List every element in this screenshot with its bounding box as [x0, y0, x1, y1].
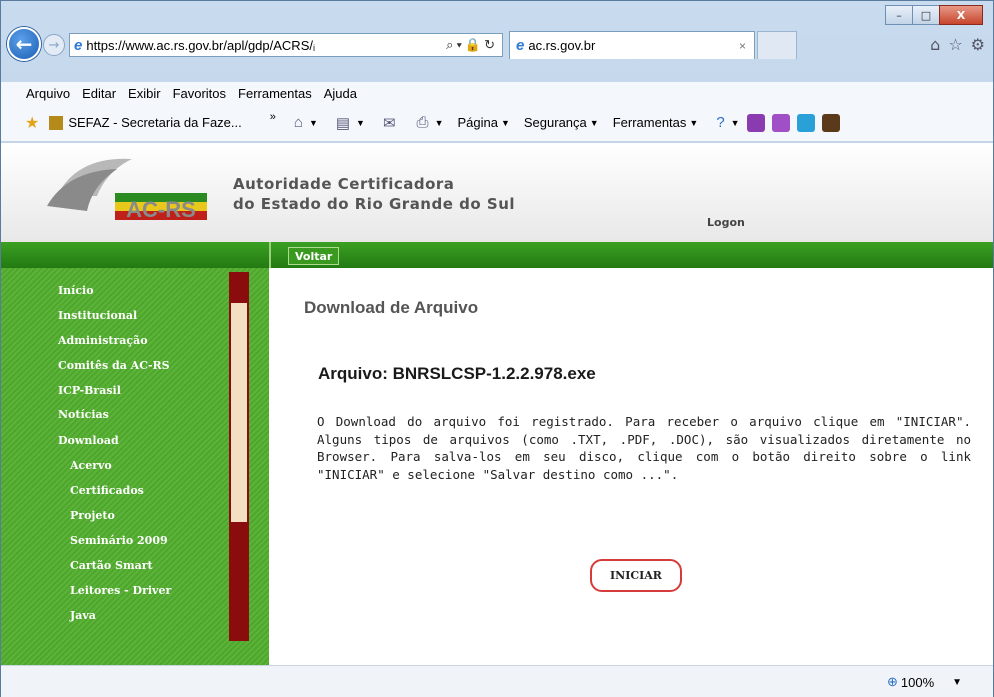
tab-title: ac.rs.gov.br	[528, 38, 596, 53]
page-menu[interactable]: Página ▼	[457, 115, 509, 130]
site-title-line2: do Estado do Rio Grande do Sul	[233, 195, 516, 213]
zoom-dropdown-arrow-icon: ▼	[952, 676, 963, 688]
menu-editar[interactable]: Editar	[82, 86, 116, 101]
research-addon-icon[interactable]	[821, 113, 840, 132]
feeds-command[interactable]: ▤ ▼	[336, 114, 365, 132]
sidebar-subitem-seminario[interactable]: Seminário 2009	[70, 534, 168, 547]
sidebar-subitem-cutoff	[70, 634, 74, 640]
add-favorite-icon[interactable]: ★	[25, 113, 39, 133]
url-text: https://www.ac.rs.gov.br/apl/gdp/ACRS/ᵢ	[86, 37, 316, 53]
sidebar-subitem-certificados[interactable]: Certificados	[70, 484, 144, 497]
dropdown-arrow-icon: ▼	[434, 117, 444, 128]
voltar-button[interactable]: Voltar	[288, 247, 340, 265]
tab-close-icon[interactable]: ×	[739, 39, 746, 53]
sidebar-scrollbar-thumb[interactable]	[231, 303, 247, 522]
dropdown-arrow-icon: ▼	[689, 117, 699, 128]
address-tools-icons[interactable]: ⌕▾🔒↻	[442, 37, 502, 53]
security-menu-label: Segurança	[523, 115, 587, 130]
sidebar-item-download[interactable]: Download	[58, 434, 119, 447]
dropdown-arrow-icon: ▼	[730, 117, 740, 128]
sidebar-item-administracao[interactable]: Administração	[58, 334, 148, 347]
status-bar: ⊕ 100% ▼	[1, 665, 993, 697]
sidebar-item-inicio[interactable]: Início	[58, 284, 94, 297]
page-menu-label: Página	[457, 115, 498, 130]
maximize-button[interactable]: □	[912, 5, 940, 25]
site-title-line1: Autoridade Certificadora	[233, 175, 455, 193]
back-arrow-icon: ←	[15, 32, 33, 56]
sidebar-item-icp-brasil[interactable]: ICP-Brasil	[58, 384, 121, 397]
onenote-linked-addon-icon[interactable]	[771, 113, 790, 132]
dropdown-arrow-icon: ▼	[500, 117, 510, 128]
home-command[interactable]: ⌂ ▼	[294, 114, 318, 131]
forward-arrow-icon: →	[48, 37, 60, 53]
download-instructions: O Download do arquivo foi registrado. Pa…	[317, 414, 971, 482]
menu-ferramentas[interactable]: Ferramentas	[238, 86, 312, 101]
dropdown-arrow-icon: ▼	[356, 117, 365, 128]
new-tab-button[interactable]	[757, 31, 797, 59]
svg-text:AC-RS: AC-RS	[126, 197, 196, 222]
page-title: Download de Arquivo	[304, 298, 479, 317]
browser-window: – □ X ← → e https://www.ac.rs.gov.br/apl…	[0, 0, 994, 697]
top-green-bar	[1, 242, 993, 268]
sidebar-subitem-java[interactable]: Java	[70, 609, 96, 622]
file-name-label: Arquivo: BNRSLCSP-1.2.2.978.exe	[318, 364, 596, 383]
navigation-bar: – □ X ← → e https://www.ac.rs.gov.br/apl…	[5, 5, 991, 81]
sidebar-item-comites[interactable]: Comitês da AC-RS	[58, 359, 170, 372]
security-menu[interactable]: Segurança ▼	[524, 115, 599, 130]
window-controls: – □ X	[885, 5, 983, 27]
sidebar-subitem-projeto[interactable]: Projeto	[70, 509, 115, 522]
menu-bar: Arquivo Editar Exibir Favoritos Ferramen…	[1, 82, 993, 104]
home-icon: ⌂	[293, 114, 303, 131]
menu-arquivo[interactable]: Arquivo	[26, 86, 70, 101]
sefaz-favicon-icon	[49, 115, 64, 130]
iniciar-button[interactable]: INICIAR	[590, 559, 682, 592]
printer-icon: ⎙	[416, 114, 429, 131]
favorite-link-label: SEFAZ - Secretaria da Faze...	[68, 115, 242, 130]
back-button[interactable]: ←	[7, 27, 41, 61]
print-command[interactable]: ⎙ ▼	[417, 114, 444, 131]
home-icon[interactable]: ⌂	[930, 35, 940, 54]
dropdown-arrow-icon: ▼	[589, 117, 599, 128]
dropdown-arrow-icon: ▼	[308, 117, 318, 128]
menu-exibir[interactable]: Exibir	[128, 86, 161, 101]
help-icon: ?	[716, 114, 725, 131]
zoom-control[interactable]: ⊕ 100% ▼	[887, 674, 962, 690]
sidebar-item-noticias[interactable]: Notícias	[58, 408, 109, 421]
minimize-button[interactable]: –	[885, 5, 913, 25]
site-header: AC-RS Autoridade Certificadora do Estado…	[1, 143, 993, 242]
toolbar-icons: ⌂ ☆ ⚙	[930, 35, 985, 54]
forward-button[interactable]: →	[43, 34, 65, 56]
web-page: AC-RS Autoridade Certificadora do Estado…	[1, 143, 993, 665]
sidebar-subitem-leitores[interactable]: Leitores - Driver	[70, 584, 171, 597]
sidebar-subitem-cartao-smart[interactable]: Cartão Smart	[70, 559, 153, 572]
menu-favoritos[interactable]: Favoritos	[173, 86, 226, 101]
help-command[interactable]: ? ▼	[716, 114, 739, 131]
sidebar-scrollbar[interactable]	[229, 272, 249, 641]
rss-icon: ▤	[335, 114, 351, 132]
mail-command[interactable]: ✉	[383, 114, 399, 132]
close-button[interactable]: X	[939, 5, 983, 25]
more-favorites-chevron[interactable]: »	[270, 111, 276, 123]
zoom-level: 100%	[900, 674, 935, 690]
ie-tab-icon: e	[516, 37, 525, 54]
favorites-bar: ★ SEFAZ - Secretaria da Faze... » ⌂ ▼ ▤ ▼ …	[1, 104, 993, 142]
address-bar[interactable]: e https://www.ac.rs.gov.br/apl/gdp/ACRS/…	[69, 33, 503, 57]
favorites-star-icon[interactable]: ☆	[948, 35, 962, 54]
sidebar-subitem-acervo[interactable]: Acervo	[70, 459, 112, 472]
mail-icon: ✉	[382, 114, 396, 132]
zoom-icon: ⊕	[887, 674, 898, 689]
tools-menu[interactable]: Ferramentas ▼	[613, 115, 699, 130]
logon-link[interactable]: Logon	[707, 216, 745, 229]
ac-rs-logo: AC-RS	[47, 158, 207, 222]
tab-active[interactable]: e ac.rs.gov.br ×	[509, 31, 755, 59]
menu-ajuda[interactable]: Ajuda	[324, 86, 357, 101]
skype-addon-icon[interactable]	[796, 113, 815, 132]
tools-menu-label: Ferramentas	[612, 115, 687, 130]
gear-icon[interactable]: ⚙	[971, 35, 985, 54]
green-bar-divider	[269, 242, 271, 268]
onenote-addon-icon[interactable]	[746, 113, 765, 132]
sidebar-item-institucional[interactable]: Institucional	[58, 309, 137, 322]
ie-page-icon: e	[74, 36, 83, 54]
favorite-link-sefaz[interactable]: SEFAZ - Secretaria da Faze...	[49, 115, 242, 130]
